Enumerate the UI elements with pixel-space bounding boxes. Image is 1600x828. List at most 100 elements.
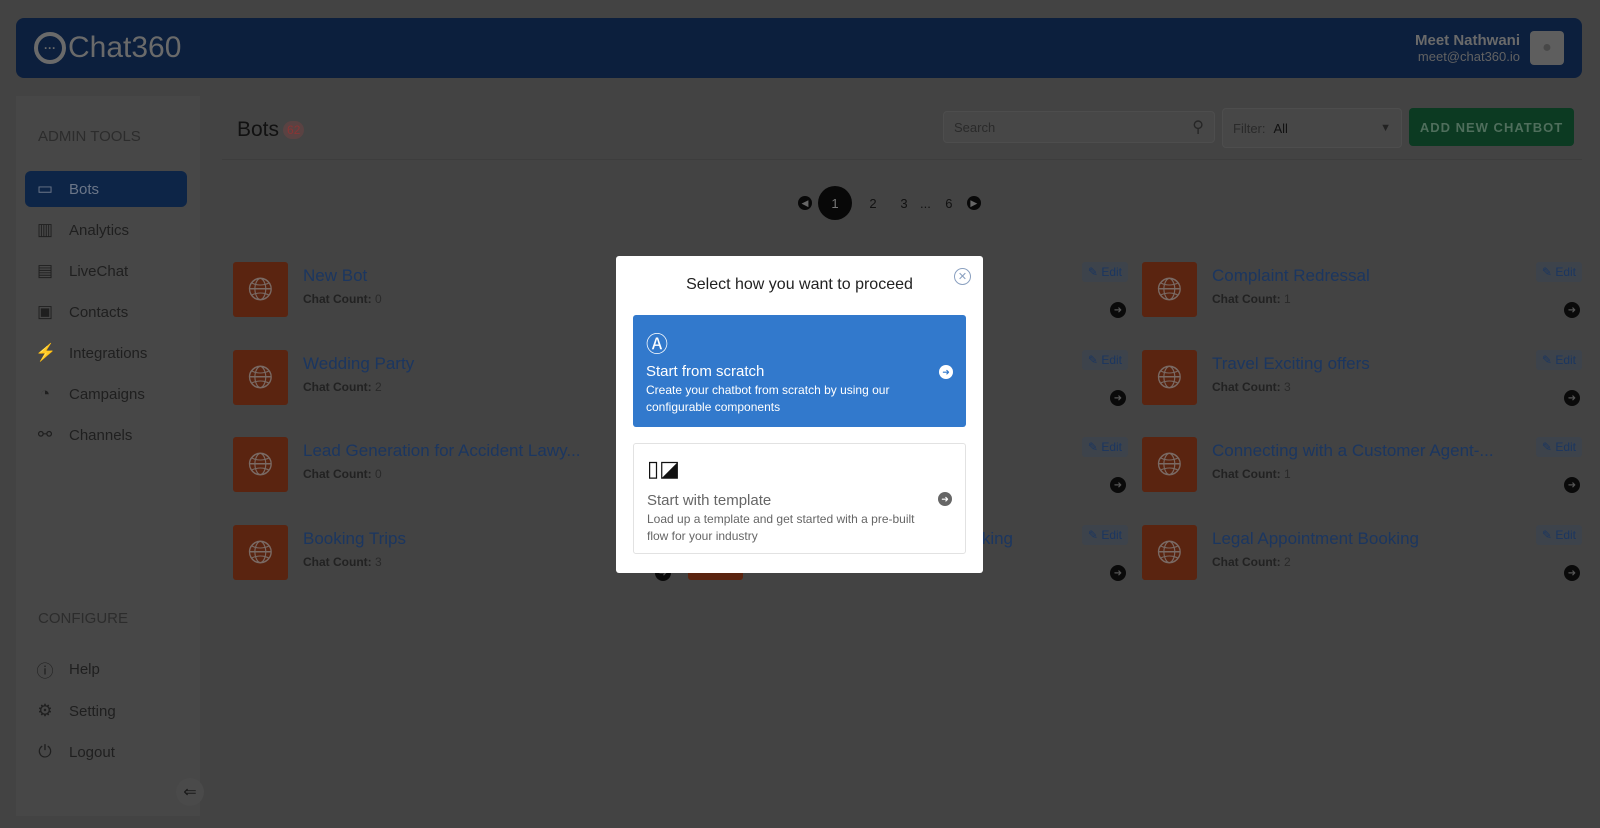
bot-card[interactable]: 🌐︎ Lead Generation for Accident Lawy... Ch… xyxy=(233,437,673,509)
start-from-scratch-option[interactable]: Ⓐ Start from scratch Create your chatbot… xyxy=(633,315,966,427)
bot-name[interactable]: New Bot xyxy=(303,266,367,286)
open-bot-arrow-icon[interactable]: ➜ xyxy=(1564,477,1580,493)
chat-icon: ▭ xyxy=(36,179,54,198)
edit-button[interactable]: ✎ Edit xyxy=(1081,350,1128,370)
globe-icon: 🌐︎ xyxy=(233,525,288,580)
add-new-chatbot-button[interactable]: ADD NEW CHATBOT xyxy=(1409,108,1574,146)
search-input[interactable]: Search ⚲ xyxy=(943,111,1215,143)
bot-card[interactable]: 🌐︎ Complaint Redressal Chat Count: 1 ✎ Edit… xyxy=(1142,262,1582,334)
toolbar: Bots 62 Search ⚲ Filter: All ▼ ADD NEW CHATB… xyxy=(222,100,1582,160)
avatar[interactable]: ● xyxy=(1530,31,1564,65)
bot-name[interactable]: Travel Exciting offers xyxy=(1212,354,1370,374)
edit-button[interactable]: ✎ Edit xyxy=(1535,262,1582,282)
filter-select[interactable]: Filter: All ▼ xyxy=(1222,108,1402,148)
edit-button[interactable]: ✎ Edit xyxy=(1081,437,1128,457)
globe-icon: 🌐︎ xyxy=(233,437,288,492)
edit-button[interactable]: ✎ Edit xyxy=(1535,437,1582,457)
plug-icon: ⚡ xyxy=(35,343,57,362)
close-icon[interactable]: ✕ xyxy=(954,268,971,285)
sidebar-item-contacts[interactable]: ▣ Contacts xyxy=(25,294,187,330)
open-bot-arrow-icon[interactable]: ➜ xyxy=(1110,477,1126,493)
modal-title: Select how you want to proceed xyxy=(686,276,913,293)
sidebar-item-integrations[interactable]: ⚡ Integrations xyxy=(25,335,187,371)
pie-chart-icon: ◔ xyxy=(39,384,51,403)
edit-button[interactable]: ✎ Edit xyxy=(1081,525,1128,545)
bot-name[interactable]: Wedding Party xyxy=(303,354,414,374)
bot-name[interactable]: Booking Trips xyxy=(303,529,406,549)
globe-icon: 🌐︎ xyxy=(1142,525,1197,580)
next-page-icon[interactable]: ▶ xyxy=(966,196,981,210)
bot-name[interactable]: Legal Appointment Booking xyxy=(1212,529,1419,549)
template-swatch-icon: ▯◪ xyxy=(647,456,680,481)
bar-chart-icon: ▥ xyxy=(36,220,54,239)
sidebar-item-setting[interactable]: ⚙ Setting xyxy=(25,693,187,729)
sidebar-item-help[interactable]: ⓘ Help xyxy=(25,651,187,687)
sidebar-item-logout[interactable]: ⏻ Logout xyxy=(25,734,187,770)
admin-tools-label: ADMIN TOOLS xyxy=(38,128,141,145)
globe-icon: 🌐︎ xyxy=(233,350,288,405)
globe-icon: 🌐︎ xyxy=(1142,437,1197,492)
open-bot-arrow-icon[interactable]: ➜ xyxy=(1110,565,1126,581)
chat-count: Chat Count: 1 xyxy=(1212,467,1291,481)
open-bot-arrow-icon[interactable]: ➜ xyxy=(1564,390,1580,406)
bot-name[interactable]: Connecting with a Customer Agent-... xyxy=(1212,441,1494,461)
prev-page-icon[interactable]: ◀ xyxy=(798,196,812,210)
user-menu[interactable]: Meet Nathwani meet@chat360.io ● xyxy=(1415,31,1564,65)
search-icon: ⚲ xyxy=(1192,119,1204,136)
help-icon: ⓘ xyxy=(36,661,54,681)
caret-down-icon: ▼ xyxy=(1380,122,1391,134)
chat-count: Chat Count: 0 xyxy=(303,467,382,481)
open-bot-arrow-icon[interactable]: ➜ xyxy=(1564,302,1580,318)
bot-card[interactable]: 🌐︎ Connecting with a Customer Agent-... Ch… xyxy=(1142,437,1582,509)
user-icon: ● xyxy=(1542,39,1552,56)
open-bot-arrow-icon[interactable]: ➜ xyxy=(1110,302,1126,318)
page-ellipsis: ... xyxy=(920,195,931,211)
contact-card-icon: ▣ xyxy=(36,302,54,321)
bot-name[interactable]: Complaint Redressal xyxy=(1212,266,1370,286)
chat-count: Chat Count: 3 xyxy=(303,555,382,569)
open-bot-arrow-icon[interactable]: ➜ xyxy=(1110,390,1126,406)
globe-icon: 🌐︎ xyxy=(1142,350,1197,405)
bot-card[interactable]: 🌐︎Booking TripsChat Count: 3✎ Edit➜ xyxy=(233,525,673,597)
pagination: ◀ 1 2 3 ... 6 ▶ xyxy=(798,186,981,220)
edit-button[interactable]: ✎ Edit xyxy=(1535,350,1582,370)
chat-count: Chat Count: 1 xyxy=(1212,292,1291,306)
app-header: ··· Chat360 Meet Nathwani meet@chat360.io … xyxy=(16,18,1582,78)
sidebar-item-livechat[interactable]: ▤ LiveChat xyxy=(25,253,187,289)
collapse-sidebar-button[interactable]: ⇐ xyxy=(176,778,204,806)
bot-card[interactable]: 🌐︎ Travel Exciting offers Chat Count: 3 ✎ E… xyxy=(1142,350,1582,422)
logo[interactable]: ··· Chat360 xyxy=(34,31,181,65)
arrow-right-icon: ➜ xyxy=(938,492,952,506)
user-name: Meet Nathwani xyxy=(1414,32,1520,49)
bot-count-badge: 62 xyxy=(283,120,305,139)
open-bot-arrow-icon[interactable]: ➜ xyxy=(1564,565,1580,581)
edit-button[interactable]: ✎ Edit xyxy=(1535,525,1582,545)
arrow-right-icon: ➜ xyxy=(939,365,953,379)
globe-icon: 🌐︎ xyxy=(1142,262,1197,317)
page-6[interactable]: 6 xyxy=(937,188,961,218)
globe-icon: 🌐︎ xyxy=(233,262,288,317)
messages-icon: ▤ xyxy=(36,261,54,280)
arrow-left-icon: ⇐ xyxy=(183,784,197,801)
page-3[interactable]: 3 xyxy=(894,188,914,218)
pencil-circle-icon: Ⓐ xyxy=(646,332,669,357)
user-email: meet@chat360.io xyxy=(1417,49,1520,64)
page-title: Bots 62 xyxy=(237,118,305,142)
chat-count: Chat Count: 3 xyxy=(1212,380,1291,394)
sidebar-item-channels[interactable]: ⚯ Channels xyxy=(25,417,187,453)
bot-card[interactable]: 🌐︎New BotChat Count: 0✎ Edit➜ xyxy=(233,262,673,334)
edit-button[interactable]: ✎ Edit xyxy=(1081,262,1128,282)
sidebar-item-bots[interactable]: ▭ Bots xyxy=(25,171,187,207)
sidebar-item-campaigns[interactable]: ◔ Campaigns xyxy=(25,376,187,412)
bot-name[interactable]: Lead Generation for Accident Lawy... xyxy=(303,441,581,461)
bot-card[interactable]: 🌐︎ Legal Appointment Booking Chat Count: 2… xyxy=(1142,525,1582,597)
proceed-modal: Select how you want to proceed ✕ Ⓐ Start… xyxy=(616,256,983,573)
chat-count: Chat Count: 2 xyxy=(1212,555,1291,569)
chat-logo-icon: ··· xyxy=(34,32,66,64)
route-icon: ⚯ xyxy=(37,425,53,444)
page-2[interactable]: 2 xyxy=(858,188,888,218)
page-1[interactable]: 1 xyxy=(818,186,852,220)
bot-card[interactable]: 🌐︎Wedding PartyChat Count: 2✎ Edit➜ xyxy=(233,350,673,422)
sidebar-item-analytics[interactable]: ▥ Analytics xyxy=(25,212,187,248)
start-with-template-option[interactable]: ▯◪ Start with template Load up a templat… xyxy=(633,443,966,554)
